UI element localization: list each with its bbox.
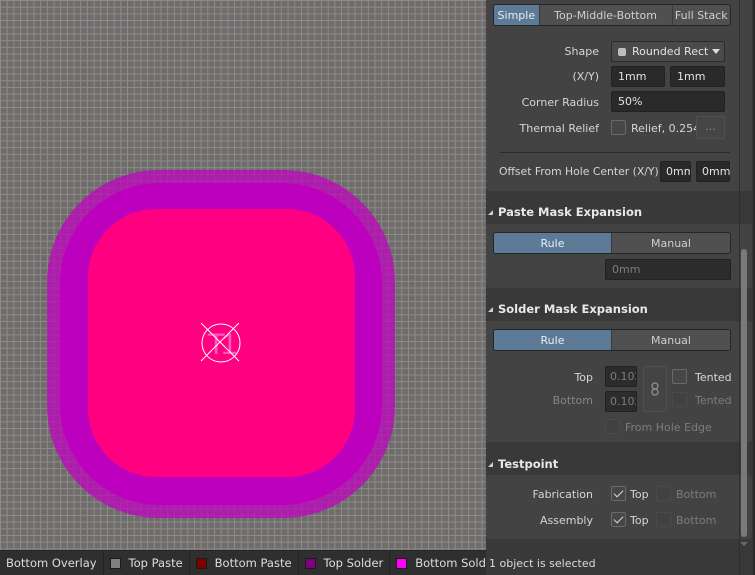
mode-top-middle-bottom[interactable]: Top-Middle-Bottom	[540, 5, 673, 25]
layer-color-swatch	[396, 557, 408, 569]
pad-stack-group: Simple Top-Middle-Bottom Full Stack Shap…	[486, 0, 752, 191]
mode-full-stack[interactable]: Full Stack	[673, 5, 731, 25]
assembly-top-label: Top	[630, 514, 649, 527]
solder-bottom-input[interactable]: 0.102mm	[605, 391, 637, 412]
paste-mask-manual[interactable]: Manual	[612, 233, 730, 253]
solder-top-input[interactable]: 0.102mm	[605, 366, 637, 387]
solder-mask-group: Rule Manual Top 0.102mm Bottom 0.102mm T…	[486, 321, 752, 442]
mode-simple[interactable]: Simple	[494, 5, 540, 25]
tented-bottom-label: Tented	[695, 394, 732, 407]
chain-link-icon	[651, 382, 659, 396]
size-y-input[interactable]: 1mm	[670, 66, 725, 87]
fabrication-top-label: Top	[630, 488, 649, 501]
solder-mask-rule[interactable]: Rule	[494, 330, 612, 350]
from-hole-edge-checkbox[interactable]	[605, 419, 620, 434]
fabrication-bottom-checkbox[interactable]	[656, 486, 671, 501]
solder-mask-mode-selector: Rule Manual	[493, 329, 731, 351]
pcb-canvas[interactable]: T 1	[0, 0, 486, 550]
paste-mask-mode-selector: Rule Manual	[493, 232, 731, 254]
scrollbar-track-divider	[739, 0, 740, 575]
layer-color-swatch	[109, 557, 121, 569]
shape-dropdown[interactable]: Rounded Rect	[611, 41, 725, 62]
thermal-relief-value: Relief, 0.254mm	[631, 122, 699, 135]
chevron-down-icon	[712, 49, 720, 54]
link-values-button[interactable]	[643, 366, 667, 412]
offset-label: Offset From Hole Center (X/Y)	[499, 165, 659, 178]
assembly-top-checkbox[interactable]	[611, 512, 626, 527]
layer-color-swatch	[304, 557, 316, 569]
layer-tab-top-solder[interactable]: Top Solder	[299, 551, 391, 575]
paste-mask-rule[interactable]: Rule	[494, 233, 612, 253]
tented-top-label: Tented	[695, 371, 732, 384]
paste-mask-group: Rule Manual 0mm	[486, 224, 752, 288]
tented-top-checkbox[interactable]	[672, 369, 687, 384]
from-hole-edge-label: From Hole Edge	[625, 421, 712, 434]
shape-label: Shape	[564, 45, 599, 58]
solder-bottom-label: Bottom	[552, 394, 593, 407]
solder-top-label: Top	[574, 371, 593, 384]
collapse-triangle-icon	[488, 307, 493, 312]
paste-mask-value-input[interactable]: 0mm	[605, 259, 731, 280]
fabrication-top-checkbox[interactable]	[611, 486, 626, 501]
layer-tab-top-paste[interactable]: Top Paste	[104, 551, 190, 575]
paste-mask-section-header[interactable]: Paste Mask Expansion	[488, 205, 642, 219]
assembly-bottom-label: Bottom	[676, 514, 717, 527]
properties-panel: Simple Top-Middle-Bottom Full Stack Shap…	[486, 0, 755, 575]
tented-bottom-checkbox[interactable]	[672, 392, 687, 407]
thermal-relief-label: Thermal Relief	[519, 122, 599, 135]
fabrication-bottom-label: Bottom	[676, 488, 717, 501]
pad-stack-mode-selector: Simple Top-Middle-Bottom Full Stack	[493, 4, 731, 26]
assembly-label: Assembly	[539, 514, 593, 527]
thermal-relief-checkbox[interactable]	[611, 120, 626, 135]
layer-tab-bottom-solder[interactable]: Bottom Solder	[390, 551, 486, 575]
size-xy-label: (X/Y)	[572, 70, 599, 83]
layer-tab-bottom-overlay[interactable]: Bottom Overlay	[0, 551, 104, 575]
size-x-input[interactable]: 1mm	[611, 66, 665, 87]
fabrication-label: Fabrication	[532, 488, 593, 501]
solder-mask-manual[interactable]: Manual	[612, 330, 730, 350]
rounded-rect-icon	[618, 47, 626, 56]
testpoint-section-header[interactable]: Testpoint	[488, 457, 558, 471]
offset-y-input[interactable]: 0mm	[696, 161, 730, 182]
offset-x-input[interactable]: 0mm	[660, 161, 691, 182]
testpoint-group: Fabrication Top Bottom Assembly Top Bott…	[486, 475, 752, 539]
collapse-triangle-icon	[488, 462, 493, 467]
layer-tab-bar: Bottom Overlay Top Paste Bottom Paste To…	[0, 550, 486, 575]
thermal-relief-more-button[interactable]: ...	[696, 116, 725, 139]
collapse-triangle-icon	[488, 210, 493, 215]
assembly-bottom-checkbox[interactable]	[656, 512, 671, 527]
corner-radius-label: Corner Radius	[521, 96, 599, 109]
scroll-down-arrow-icon[interactable]	[740, 542, 748, 546]
solder-mask-section-header[interactable]: Solder Mask Expansion	[488, 302, 648, 316]
selection-status: 1 object is selected	[489, 557, 596, 570]
layer-color-swatch	[195, 557, 207, 569]
layer-tab-bottom-paste[interactable]: Bottom Paste	[190, 551, 299, 575]
corner-radius-input[interactable]: 50%	[611, 91, 725, 112]
divider	[500, 152, 730, 153]
pad-center-marker-icon: T 1	[201, 323, 241, 363]
scrollbar-thumb[interactable]	[741, 249, 747, 537]
